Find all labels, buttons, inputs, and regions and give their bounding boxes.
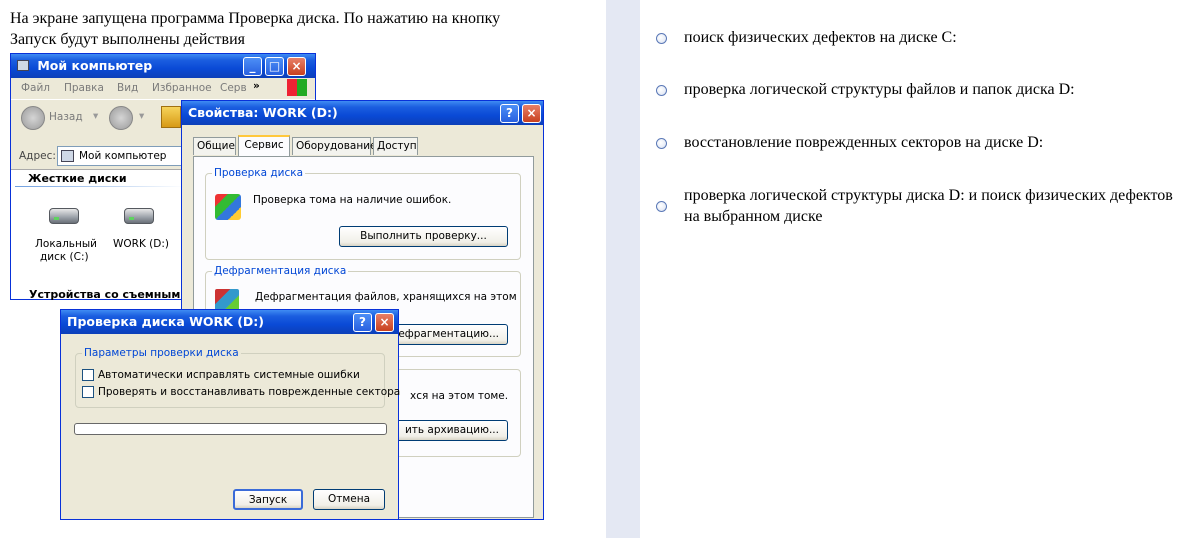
- menu-service[interactable]: Серв: [220, 82, 247, 94]
- address-label: Адрес:: [19, 150, 56, 162]
- tab-general[interactable]: Общие: [193, 137, 236, 155]
- check-disk-titlebar: Проверка диска WORK (D:): [61, 310, 398, 334]
- question-line-1: На экране запущена программа Проверка ди…: [10, 10, 501, 27]
- answer-option-3[interactable]: восстановление поврежденных секторов на …: [656, 132, 1194, 153]
- radio-button-3[interactable]: [656, 138, 667, 149]
- check-disk-group-label: Проверка диска: [212, 166, 306, 180]
- drive-d-label: WORK (D:): [113, 238, 169, 250]
- menu-view[interactable]: Вид: [117, 82, 138, 94]
- check-disk-text: Проверка тома на наличие ошибок.: [253, 194, 452, 206]
- check-disk-group: Проверка диска Проверка тома на наличие …: [205, 166, 521, 260]
- back-button-label[interactable]: Назад: [49, 111, 83, 123]
- answer-option-4[interactable]: проверка логической структуры диска D: и…: [656, 185, 1189, 227]
- removable-devices-title: Устройства со съемными: [29, 288, 189, 301]
- tab-service[interactable]: Сервис: [238, 135, 290, 156]
- answer-text-3: восстановление поврежденных секторов на …: [684, 134, 1044, 151]
- tab-hardware[interactable]: Оборудование: [292, 137, 377, 155]
- help-button[interactable]: ?: [500, 104, 519, 123]
- defrag-text: Дефрагментация файлов, хранящихся на это…: [255, 291, 517, 303]
- drive-c[interactable]: Локальный диск (C:): [29, 200, 99, 270]
- help-button[interactable]: ?: [353, 313, 372, 332]
- radio-button-4[interactable]: [656, 201, 667, 212]
- address-value: Мой компьютер: [79, 150, 167, 162]
- check-options-group-label: Параметры проверки диска: [82, 346, 241, 360]
- menu-file[interactable]: Файл: [21, 82, 50, 94]
- answer-option-1[interactable]: поиск физических дефектов на диске С:: [656, 27, 1194, 48]
- computer-icon: [17, 60, 29, 71]
- maximize-button[interactable]: □: [265, 57, 284, 76]
- answer-text-1: поиск физических дефектов на диске С:: [684, 29, 957, 46]
- answer-text-2: проверка логической структуры файлов и п…: [684, 81, 1075, 98]
- close-button[interactable]: ×: [287, 57, 306, 76]
- back-arrow-icon[interactable]: [21, 106, 45, 130]
- cancel-button[interactable]: Отмена: [313, 489, 385, 510]
- question-line-2: Запуск будут выполнены действия: [10, 31, 245, 48]
- windows-logo-icon: [287, 79, 307, 96]
- menu-edit[interactable]: Правка: [64, 82, 104, 94]
- check-disk-dialog: Проверка диска WORK (D:) ? × Параметры п…: [60, 309, 400, 520]
- drive-c-label-2: диск (C:): [40, 251, 89, 263]
- progress-bar: [74, 423, 387, 435]
- run-archive-button-label: ить архивацию...: [404, 424, 499, 436]
- check-options-group: Параметры проверки диска Автоматически и…: [75, 346, 400, 408]
- section-divider: [15, 186, 185, 187]
- defrag-group-label: Дефрагментация диска: [212, 264, 349, 278]
- auto-fix-checkbox[interactable]: [82, 369, 94, 381]
- drive-d[interactable]: WORK (D:): [109, 200, 179, 270]
- properties-titlebar: Свойства: WORK (D:): [182, 101, 543, 125]
- hard-disk-icon: [124, 208, 154, 224]
- hard-disk-icon: [49, 208, 79, 224]
- back-dropdown-icon[interactable]: ▾: [93, 110, 98, 122]
- address-computer-icon: [61, 150, 74, 162]
- defrag-icon: [215, 289, 239, 311]
- recover-sectors-checkbox[interactable]: [82, 386, 94, 398]
- close-button[interactable]: ×: [522, 104, 541, 123]
- section-title: Жесткие диски: [28, 172, 127, 185]
- auto-fix-label[interactable]: Автоматически исправлять системные ошибк…: [98, 369, 360, 381]
- minimize-button[interactable]: _: [243, 57, 262, 76]
- question-text: На экране запущена программа Проверка ди…: [10, 8, 600, 50]
- radio-button-1[interactable]: [656, 33, 667, 44]
- drive-c-label-1: Локальный: [35, 238, 97, 250]
- recover-sectors-label[interactable]: Проверять и восстанавливать поврежденные…: [98, 386, 400, 398]
- menu-favorites[interactable]: Избранное: [152, 82, 212, 94]
- start-button[interactable]: Запуск: [233, 489, 303, 510]
- my-computer-title: Мой компьютер: [37, 58, 153, 73]
- forward-dropdown-icon[interactable]: ▾: [139, 110, 144, 122]
- answer-option-2[interactable]: проверка логической структуры файлов и п…: [656, 79, 1194, 100]
- run-defrag-button-label: дефрагментацию...: [391, 328, 499, 340]
- up-folder-icon[interactable]: [161, 106, 181, 128]
- answer-text-4: проверка логической структуры диска D: и…: [684, 187, 1173, 225]
- menu-more[interactable]: »: [253, 80, 260, 92]
- archive-text: хся на этом томе.: [410, 390, 509, 402]
- close-button[interactable]: ×: [375, 313, 394, 332]
- tab-strip: Общие Сервис Оборудование Доступ: [193, 135, 533, 157]
- radio-button-2[interactable]: [656, 85, 667, 96]
- forward-arrow-icon[interactable]: [109, 106, 133, 130]
- run-check-button[interactable]: Выполнить проверку...: [339, 226, 508, 247]
- tab-sharing[interactable]: Доступ: [373, 137, 418, 155]
- separator-strip: [606, 0, 640, 538]
- menu-bar: Файл Правка Вид Избранное Серв »: [11, 79, 315, 97]
- check-disk-icon: [215, 194, 241, 220]
